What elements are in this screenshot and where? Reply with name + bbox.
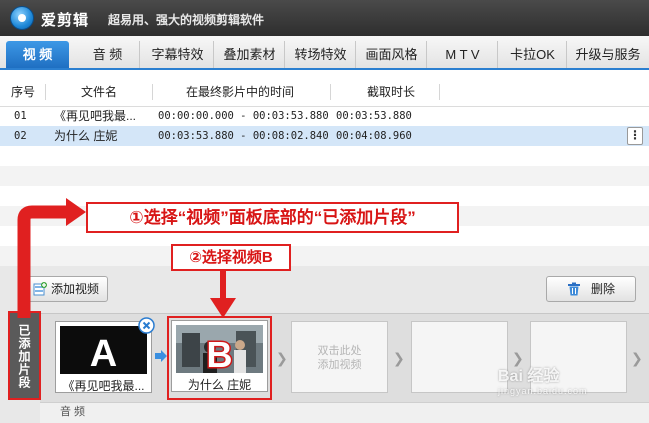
annotation-step2: ②选择视频B xyxy=(171,244,291,271)
empty-clip-slot[interactable]: 双击此处 添加视频 xyxy=(291,321,388,393)
column-header-duration[interactable]: 截取时长 xyxy=(367,77,415,107)
delete-button[interactable]: 删除 xyxy=(546,276,636,302)
column-divider xyxy=(45,84,46,100)
watermark-sub: jingyan.baidu.com xyxy=(498,386,588,396)
column-header-filename[interactable]: 文件名 xyxy=(81,77,117,107)
title-bar: 爱剪辑 超易用、强大的视频剪辑软件 xyxy=(0,0,649,36)
tab-overlay-materials[interactable]: 叠加素材 xyxy=(215,41,285,68)
tab-video[interactable]: 视 频 xyxy=(6,41,69,68)
row-more-options-button[interactable]: ⋮ xyxy=(627,127,643,145)
clip-letter: A xyxy=(90,333,117,374)
main-tab-bar: 视 频 音 频 字幕特效 叠加素材 转场特效 画面风格 M T V 卡拉OK 升… xyxy=(0,36,649,70)
app-name: 爱剪辑 xyxy=(41,12,90,29)
tab-audio[interactable]: 音 频 xyxy=(76,41,140,68)
row-duration: 00:04:08.960 xyxy=(336,130,412,142)
highlight-clip-b xyxy=(167,316,272,400)
chevron-right-icon: ❯ xyxy=(276,350,288,366)
annotation-step1: ①选择“视频”面板底部的“已添加片段” xyxy=(86,202,459,233)
tab-transition-effects[interactable]: 转场特效 xyxy=(286,41,356,68)
clip-a-preview: A xyxy=(60,326,147,374)
row-filename: 为什么 庄妮 xyxy=(54,129,118,143)
table-header: 序号 文件名 在最终影片中的时间 截取时长 xyxy=(0,77,649,107)
chevron-right-icon: ❯ xyxy=(393,350,405,366)
column-header-index[interactable]: 序号 xyxy=(11,77,35,107)
tab-karaoke[interactable]: 卡拉OK xyxy=(499,41,567,68)
watermark-main: Bai 经验 xyxy=(498,368,560,385)
annotation-arrow-step2 xyxy=(210,270,236,318)
column-divider xyxy=(152,84,153,100)
app-slogan: 超易用、强大的视频剪辑软件 xyxy=(108,13,265,27)
row-index: 01 xyxy=(14,110,27,122)
tab-picture-style[interactable]: 画面风格 xyxy=(357,41,427,68)
column-divider xyxy=(330,84,331,100)
tab-upgrade-service[interactable]: 升级与服务 xyxy=(568,41,648,68)
chevron-right-icon: ❯ xyxy=(631,350,643,366)
row-timeline-range: 00:00:00.000 - 00:03:53.880 xyxy=(158,110,329,122)
tab-mtv[interactable]: M T V xyxy=(428,41,498,68)
transition-arrow-icon xyxy=(155,350,167,362)
empty-slot-hint: 双击此处 添加视频 xyxy=(292,344,387,372)
trash-icon xyxy=(568,282,580,296)
empty-clip-slot[interactable] xyxy=(411,321,508,393)
table-row[interactable]: 01 《再见吧我最... 00:00:00.000 - 00:03:53.880… xyxy=(0,106,649,126)
clip-caption: 《再见吧我最... xyxy=(62,379,145,393)
table-row-selected[interactable]: 02 为什么 庄妮 00:03:53.880 - 00:08:02.840 00… xyxy=(0,126,649,146)
audio-track-label: 音 频 xyxy=(60,406,86,418)
empty-row xyxy=(0,166,649,186)
audio-track[interactable] xyxy=(40,402,649,423)
column-header-timeline-range[interactable]: 在最终影片中的时间 xyxy=(186,77,294,107)
row-timeline-range: 00:03:53.880 - 00:08:02.840 xyxy=(158,130,329,142)
watermark: Bai 经验 jingyan.baidu.com xyxy=(498,362,588,396)
column-divider xyxy=(439,84,440,100)
delete-label: 删除 xyxy=(591,282,616,296)
row-duration: 00:03:53.880 xyxy=(336,110,412,122)
row-filename: 《再见吧我最... xyxy=(54,109,137,123)
tab-subtitle-effects[interactable]: 字幕特效 xyxy=(142,41,214,68)
row-index: 02 xyxy=(14,130,27,142)
app-logo-icon xyxy=(10,6,34,30)
remove-clip-icon[interactable] xyxy=(138,317,155,334)
empty-slot-text: 双击此处 添加视频 xyxy=(317,345,362,371)
highlight-added-clips-tab xyxy=(8,311,41,400)
